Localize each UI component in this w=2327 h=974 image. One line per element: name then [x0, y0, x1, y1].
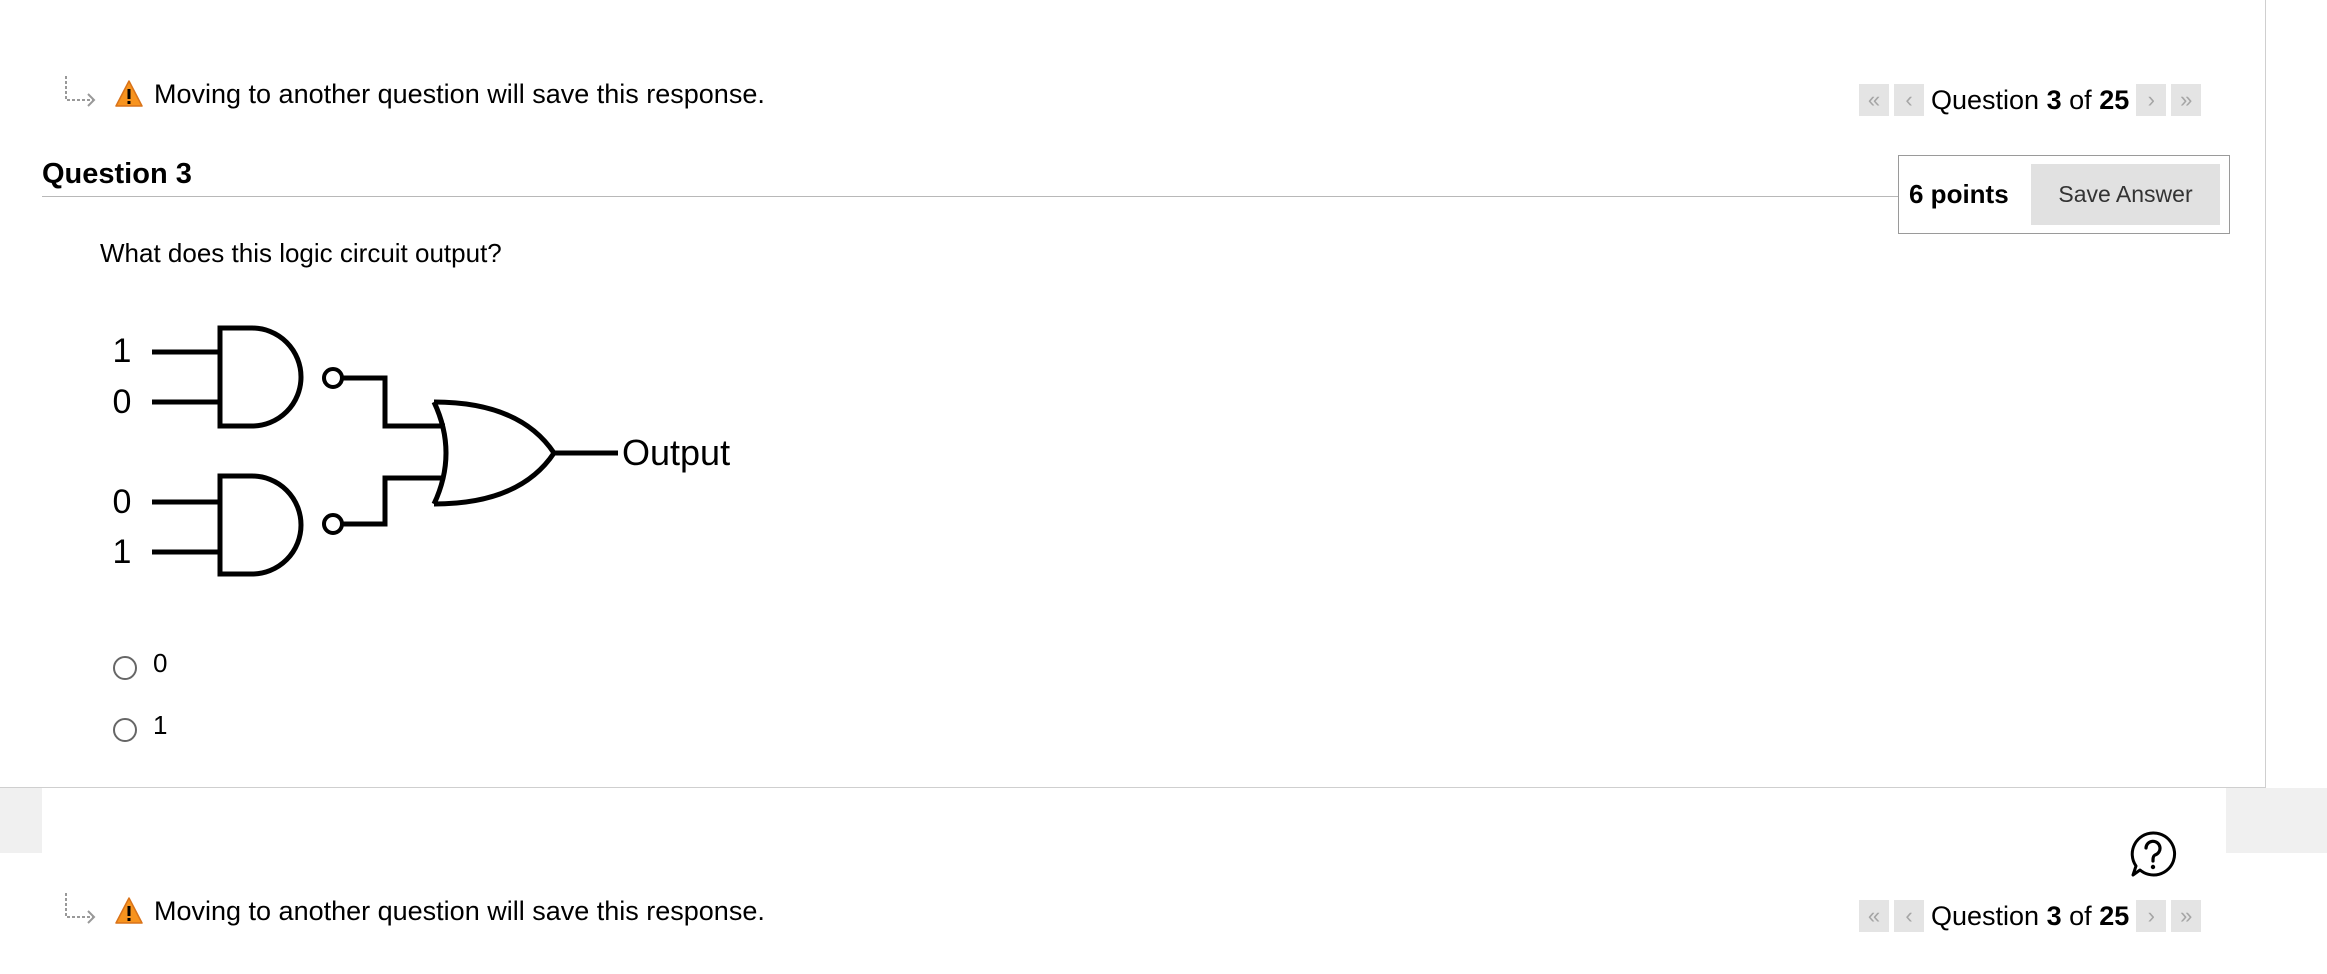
first-question-button[interactable]: « — [1859, 900, 1889, 932]
return-arrow-icon — [65, 76, 96, 107]
input-a1-label: 1 — [113, 332, 132, 370]
question-divider — [42, 196, 1900, 197]
input-b1-label: 0 — [113, 383, 132, 421]
question-title: Question 3 — [42, 158, 192, 190]
points-value: 6 points — [1909, 179, 2009, 209]
save-notice-top: Moving to another question will save thi… — [60, 72, 765, 116]
save-answer-button[interactable]: Save Answer — [2031, 164, 2220, 225]
answer-option-label: 1 — [153, 710, 168, 740]
next-question-button[interactable]: › — [2136, 900, 2167, 932]
input-a2-label: 0 — [113, 483, 132, 521]
question-pager-top: « ‹ Question 3 of 25 › » — [1859, 80, 2206, 120]
return-arrow-icon — [65, 893, 96, 924]
previous-question-button[interactable]: ‹ — [1894, 84, 1924, 116]
first-question-button[interactable]: « — [1859, 84, 1889, 116]
answer-radio[interactable] — [113, 717, 137, 742]
output-label: Output — [622, 432, 730, 473]
logic-circuit-diagram: 1 0 0 1 Output — [113, 325, 730, 577]
warning-icon — [115, 80, 143, 107]
last-question-button[interactable]: » — [2171, 900, 2202, 932]
save-notice-text: Moving to another question will save thi… — [154, 895, 765, 926]
question-pager-bottom: « ‹ Question 3 of 25 › » — [1859, 896, 2206, 936]
warning-icon — [115, 897, 143, 924]
next-question-button[interactable]: › — [2136, 84, 2167, 116]
help-icon[interactable] — [2128, 829, 2178, 879]
question-text: What does this logic circuit output? — [100, 238, 502, 268]
footer-panel — [42, 788, 2226, 853]
previous-question-button[interactable]: ‹ — [1894, 900, 1924, 932]
answer-option-label: 0 — [153, 648, 168, 678]
save-notice-text: Moving to another question will save thi… — [154, 78, 765, 109]
pager-position: Question 3 of 25 — [1931, 900, 2130, 931]
last-question-button[interactable]: » — [2171, 84, 2202, 116]
answer-radio[interactable] — [113, 655, 137, 680]
points-panel: 6 points Save Answer — [1898, 155, 2230, 234]
input-b2-label: 1 — [113, 533, 132, 571]
answer-option[interactable]: 1 — [113, 710, 167, 745]
answer-option[interactable]: 0 — [113, 648, 167, 683]
pager-position: Question 3 of 25 — [1931, 84, 2130, 115]
save-notice-bottom: Moving to another question will save thi… — [60, 889, 765, 933]
